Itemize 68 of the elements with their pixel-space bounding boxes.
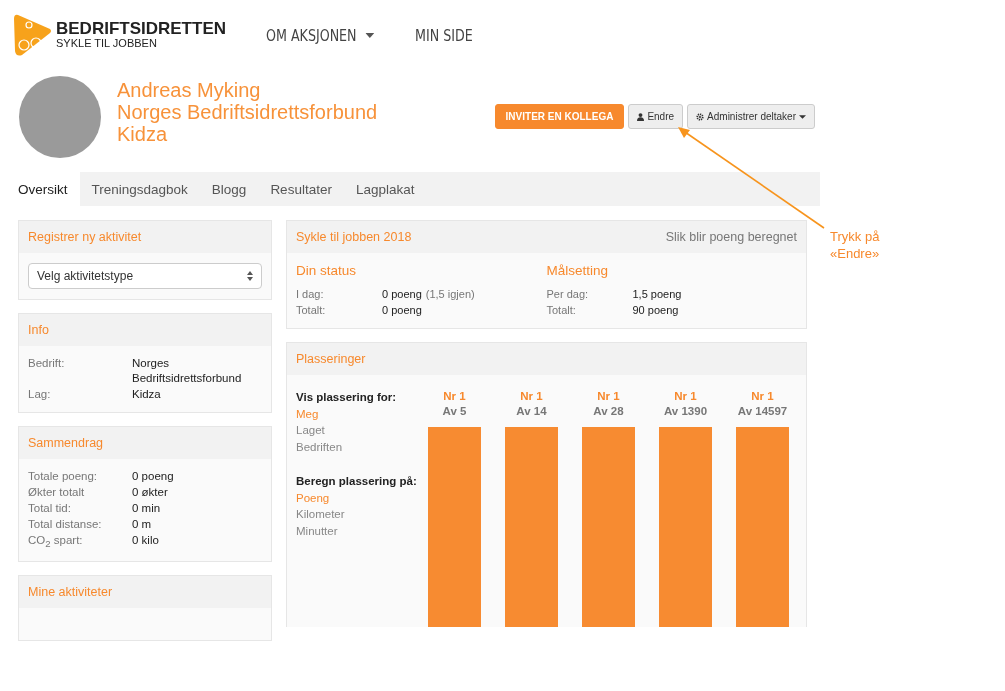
points-info-link[interactable]: Slik blir poeng beregnet: [665, 230, 797, 244]
profile-name: Andreas Myking: [117, 79, 262, 101]
nav-link[interactable]: MIN SIDE: [414, 25, 473, 45]
field-value: 90 poeng: [632, 303, 680, 318]
brand-title: BEDRIFTSIDRETTEN: [56, 20, 226, 39]
logo-icon: [12, 13, 52, 57]
updown-icon: [247, 271, 253, 281]
panel-title: Plasseringer: [287, 343, 806, 375]
tab[interactable]: Lagplakat: [343, 172, 427, 206]
field-label: Totalt:: [546, 303, 577, 318]
panel-title: Info: [19, 314, 271, 346]
field-label: Total tid:: [28, 501, 72, 516]
rank-total: Av 1390: [663, 404, 708, 419]
rank-total: Av 14597: [737, 404, 788, 419]
field-value: Kidza: [132, 387, 162, 402]
panel-title: Mine aktiviteter: [19, 576, 271, 609]
rank-label: Nr 1: [520, 389, 543, 404]
field-label: Økter totalt: [28, 485, 86, 500]
field-label: Per dag:: [546, 287, 590, 302]
field-value: 0 poeng: [382, 303, 423, 318]
field-value: 1,5 poeng: [632, 287, 683, 302]
profile-company: Norges Bedriftsidrettsforbund: [117, 101, 378, 123]
field-value: 0 økter: [132, 485, 169, 500]
field-label: Lag:: [28, 387, 52, 402]
field-value: 0 poeng: [132, 469, 175, 484]
field-label: Bedrift:: [28, 356, 66, 371]
gear-icon: [696, 112, 705, 121]
tab[interactable]: Blogg: [199, 172, 259, 206]
brand-subtitle: SYKLE TIL JOBBEN: [56, 38, 158, 50]
field-label: CO$_{2}$ spart:: [28, 533, 84, 552]
ranking-option[interactable]: Minutter: [296, 522, 428, 539]
caret-icon: [365, 32, 375, 38]
panel-title: Registrer ny aktivitet: [19, 221, 271, 253]
tab[interactable]: Treningsdagbok: [79, 172, 200, 206]
ranking-option[interactable]: Laget: [296, 422, 428, 439]
rank-label: Nr 1: [597, 389, 620, 404]
profile-team: Kidza: [117, 123, 169, 145]
tab[interactable]: Resultater: [258, 172, 344, 206]
rank-label: Nr 1: [443, 389, 466, 404]
nav-link[interactable]: OM AKSJONEN: [266, 25, 375, 45]
caret-icon: [799, 114, 806, 119]
tab[interactable]: Oversikt: [18, 172, 80, 206]
edit-button[interactable]: Endre: [628, 104, 684, 129]
rank-label: Nr 1: [751, 389, 774, 404]
rank-label: Nr 1: [674, 389, 697, 404]
admin-dropdown-button[interactable]: Administrer deltaker: [687, 104, 815, 129]
group-heading: Vis plassering for:: [296, 390, 398, 405]
annotation-text: Trykk på «Endre»: [830, 228, 881, 262]
field-value: 0 kilo: [132, 533, 160, 548]
rank-total: Av 14: [516, 404, 547, 419]
rank-total: Av 5: [442, 404, 467, 419]
field-label: Totalt:: [296, 303, 327, 318]
field-value: 0 min: [132, 501, 162, 516]
section-title: Målsetting: [546, 263, 610, 278]
panel-title: Sykle til jobben 2018: [296, 230, 412, 244]
ranking-option[interactable]: Kilometer: [296, 506, 428, 523]
user-icon: [637, 112, 645, 121]
field-value: Norges Bedriftsidrettsforbund: [132, 356, 243, 386]
section-title: Din status: [296, 263, 358, 278]
group-heading: Beregn plassering på:: [296, 474, 418, 489]
field-label: I dag:: [296, 287, 325, 302]
panel-title: Sammendrag: [19, 427, 271, 459]
field-label: Total distanse:: [28, 517, 103, 532]
rank-total: Av 28: [593, 404, 624, 419]
field-value: 0 poeng (1,5 igjen): [382, 287, 476, 302]
field-label: Totale poeng:: [28, 469, 99, 484]
activity-type-select[interactable]: Velg aktivitetstype: [28, 263, 262, 289]
field-value: 0 m: [132, 517, 153, 532]
